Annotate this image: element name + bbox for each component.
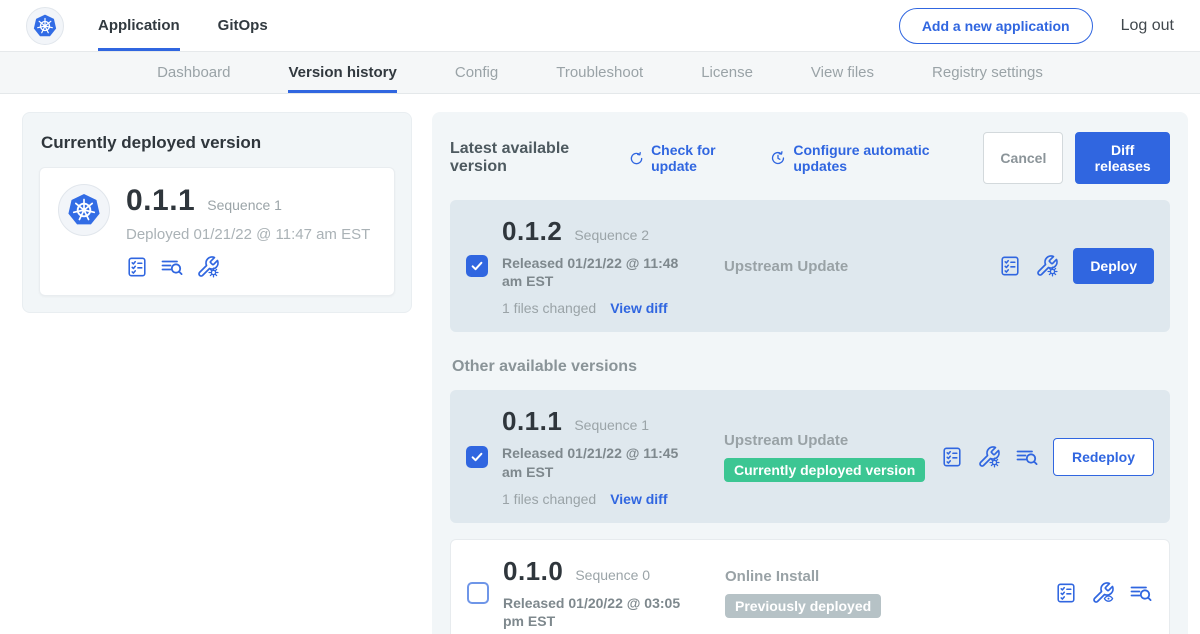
- top-bar: Application GitOps Add a new application…: [0, 0, 1200, 52]
- version-number: 0.1.1: [502, 406, 562, 437]
- version-source-label: Upstream Update: [724, 258, 848, 275]
- preflight-checks-icon[interactable]: [1055, 582, 1077, 604]
- edit-config-icon[interactable]: [1035, 254, 1059, 278]
- preflight-checks-icon[interactable]: [126, 256, 148, 278]
- other-versions-title: Other available versions: [452, 358, 1170, 376]
- version-row: 0.1.2 Sequence 2 Released 01/21/22 @ 11:…: [450, 200, 1170, 332]
- released-date: Released 01/20/22 @ 03:05 pm EST: [503, 594, 703, 630]
- latest-available-title: Latest available version: [450, 140, 611, 176]
- version-number: 0.1.2: [502, 216, 562, 247]
- view-diff-link[interactable]: View diff: [610, 491, 667, 507]
- preflight-checks-icon[interactable]: [999, 255, 1021, 277]
- check-for-update-label: Check for update: [651, 142, 752, 174]
- deploy-button[interactable]: Deploy: [1073, 248, 1154, 284]
- deployed-sequence-label: Sequence 1: [207, 197, 282, 213]
- view-diff-icon[interactable]: [1129, 581, 1153, 605]
- view-diff-icon[interactable]: [1015, 445, 1039, 469]
- sequence-label: Sequence 1: [574, 417, 649, 433]
- subnav-version-history[interactable]: Version history: [288, 52, 396, 93]
- version-source-label: Online Install: [725, 568, 819, 585]
- tab-gitops[interactable]: GitOps: [218, 0, 268, 51]
- sequence-label: Sequence 0: [575, 567, 650, 583]
- currently-deployed-title: Currently deployed version: [41, 133, 395, 153]
- check-icon: [470, 450, 484, 464]
- view-diff-link[interactable]: View diff: [610, 300, 667, 316]
- version-row: 0.1.0 Sequence 0 Released 01/20/22 @ 03:…: [450, 539, 1170, 634]
- released-date: Released 01/21/22 @ 11:45 am EST: [502, 444, 702, 480]
- refresh-icon: [629, 150, 644, 167]
- preflight-checks-icon[interactable]: [941, 446, 963, 468]
- app-logo: [26, 0, 64, 51]
- version-row: 0.1.1 Sequence 1 Released 01/21/22 @ 11:…: [450, 390, 1170, 522]
- files-changed-label: 1 files changed: [502, 300, 596, 316]
- deployed-version-number: 0.1.1: [126, 184, 195, 218]
- subnav-dashboard[interactable]: Dashboard: [157, 52, 230, 93]
- tab-application[interactable]: Application: [98, 0, 180, 51]
- version-number: 0.1.0: [503, 556, 563, 587]
- schedule-update-icon: [770, 149, 786, 167]
- deployed-version-card: 0.1.1 Sequence 1 Deployed 01/21/22 @ 11:…: [39, 167, 395, 296]
- subnav-registry-settings[interactable]: Registry settings: [932, 52, 1043, 93]
- version-source-label: Upstream Update: [724, 432, 848, 449]
- version-checkbox[interactable]: [467, 582, 489, 604]
- app-subnav: Dashboard Version history Config Trouble…: [0, 52, 1200, 94]
- check-icon: [470, 259, 484, 273]
- add-new-application-button[interactable]: Add a new application: [899, 8, 1093, 44]
- redeploy-button[interactable]: Redeploy: [1053, 438, 1154, 476]
- currently-deployed-panel: Currently deployed version 0.1: [22, 112, 412, 313]
- diff-releases-button[interactable]: Diff releases: [1075, 132, 1170, 184]
- kubernetes-icon: [30, 11, 60, 41]
- currently-deployed-badge: Currently deployed version: [724, 458, 925, 482]
- version-checkbox[interactable]: [466, 255, 488, 277]
- view-config-icon[interactable]: [1091, 581, 1115, 605]
- version-checkbox[interactable]: [466, 446, 488, 468]
- logout-button[interactable]: Log out: [1121, 17, 1174, 35]
- kubernetes-logo: [26, 7, 64, 45]
- version-history-panel: Latest available version Check for updat…: [432, 112, 1188, 634]
- subnav-troubleshoot[interactable]: Troubleshoot: [556, 52, 643, 93]
- released-date: Released 01/21/22 @ 11:48 am EST: [502, 254, 702, 290]
- subnav-view-files[interactable]: View files: [811, 52, 874, 93]
- edit-config-icon[interactable]: [977, 445, 1001, 469]
- topbar-tabs: Application GitOps: [98, 0, 268, 51]
- view-diff-icon[interactable]: [160, 255, 184, 279]
- files-changed-label: 1 files changed: [502, 491, 596, 507]
- configure-automatic-updates-label: Configure automatic updates: [793, 142, 965, 174]
- check-for-update-link[interactable]: Check for update: [629, 142, 752, 174]
- configure-automatic-updates-link[interactable]: Configure automatic updates: [770, 142, 965, 174]
- deployed-date: Deployed 01/21/22 @ 11:47 am EST: [126, 226, 370, 243]
- kubernetes-logo: [58, 184, 110, 236]
- previously-deployed-badge: Previously deployed: [725, 594, 881, 618]
- edit-config-icon[interactable]: [196, 255, 220, 279]
- subnav-license[interactable]: License: [701, 52, 753, 93]
- cancel-button[interactable]: Cancel: [983, 132, 1063, 184]
- kubernetes-icon: [63, 189, 105, 231]
- subnav-config[interactable]: Config: [455, 52, 498, 93]
- sequence-label: Sequence 2: [574, 227, 649, 243]
